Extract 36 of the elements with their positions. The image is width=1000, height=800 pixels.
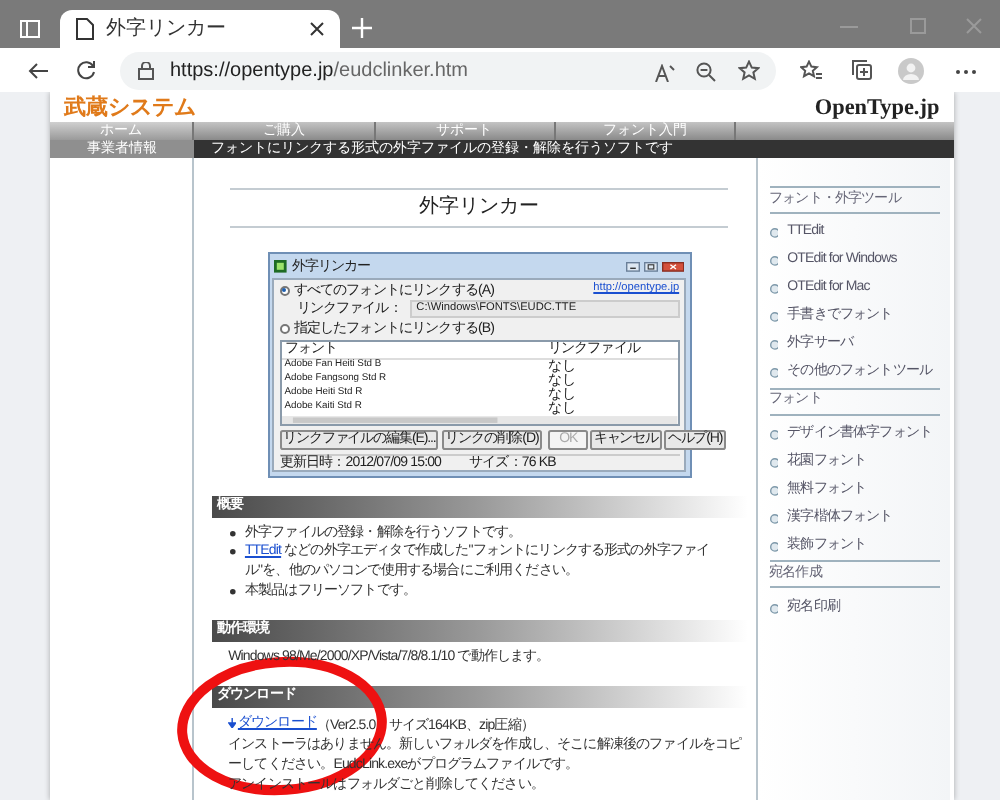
browser-tab[interactable]: 外字リンカー — [60, 10, 340, 48]
favorites-icon[interactable] — [800, 60, 822, 80]
refresh-icon[interactable] — [76, 60, 96, 80]
bullet-icon — [769, 514, 779, 524]
tab-list-icon[interactable] — [20, 20, 40, 38]
collections-icon[interactable] — [852, 60, 872, 80]
bullet-icon — [769, 340, 779, 351]
bullet-icon — [769, 430, 779, 440]
download-arrow-icon — [228, 717, 237, 729]
maximize-icon[interactable] — [643, 262, 658, 273]
new-tab-icon[interactable] — [352, 18, 372, 38]
bullet-icon — [769, 486, 779, 496]
bullet-icon — [769, 542, 779, 552]
close-icon[interactable] — [661, 262, 684, 273]
minimize-icon[interactable] — [625, 262, 640, 273]
close-icon[interactable] — [310, 22, 324, 36]
bullet-icon — [769, 458, 779, 468]
site-brand[interactable]: OpenType.jp — [814, 98, 940, 122]
back-icon[interactable] — [28, 62, 48, 80]
app-icon — [274, 260, 288, 274]
bullet-icon — [769, 256, 779, 267]
bullet-icon — [769, 312, 779, 323]
favorite-add-icon[interactable] — [738, 60, 760, 82]
bullet-icon — [769, 603, 779, 614]
page-icon — [76, 18, 94, 40]
zoom-out-icon[interactable] — [696, 62, 716, 82]
read-aloud-icon[interactable] — [654, 64, 676, 82]
bullet-icon — [769, 284, 779, 295]
page-title: 外字リンカー — [230, 188, 728, 229]
tab-title: 外字リンカー — [106, 19, 228, 39]
lock-icon — [138, 62, 154, 80]
url-text: https://opentype.jp/eudclinker.htm — [170, 61, 468, 81]
scrollbar-icon — [281, 415, 678, 424]
bullet-icon — [769, 368, 779, 379]
address-bar[interactable]: https://opentype.jp/eudclinker.htm — [120, 52, 776, 90]
bullet-icon — [769, 228, 779, 239]
